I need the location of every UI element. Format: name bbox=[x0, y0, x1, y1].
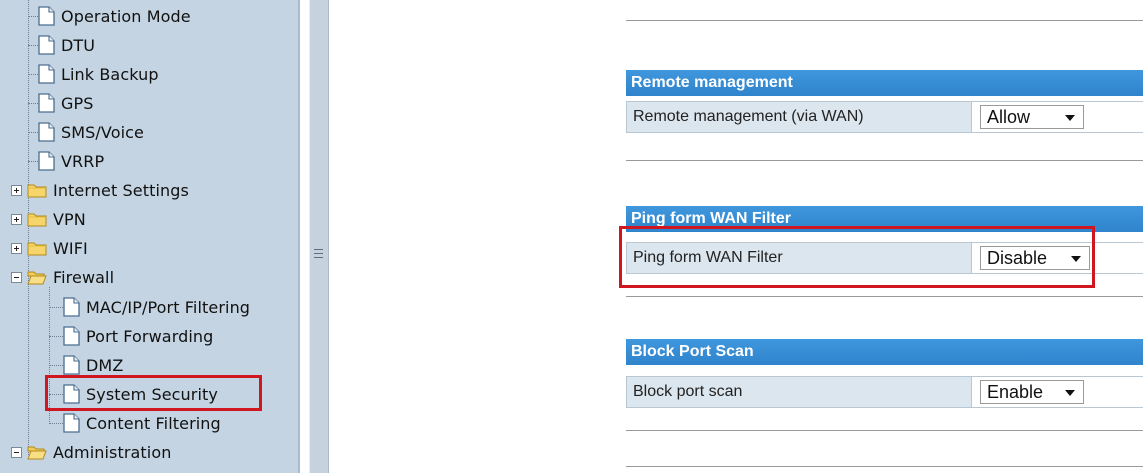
tree-connector bbox=[28, 45, 38, 46]
selection-highlight-box bbox=[45, 375, 262, 411]
sidebar-item-wifi[interactable]: WIFI bbox=[11, 234, 88, 262]
app-window: Operation Mode DTU Link Backup GPS SMS/V… bbox=[0, 0, 1143, 473]
sidebar-item-administration[interactable]: Administration bbox=[11, 438, 171, 466]
tree-connector bbox=[28, 161, 38, 162]
sidebar-item-label: Port Forwarding bbox=[86, 326, 214, 346]
sidebar-item-label: Firewall bbox=[53, 267, 115, 287]
sidebar-item-mac-ip-port-filtering[interactable]: MAC/IP/Port Filtering bbox=[49, 293, 250, 321]
sidebar-item-label: GPS bbox=[61, 93, 94, 113]
sidebar-item-label: Content Filtering bbox=[86, 413, 221, 433]
document-icon bbox=[63, 326, 80, 346]
tree-connector bbox=[49, 365, 63, 366]
document-icon bbox=[38, 35, 55, 55]
divider bbox=[626, 466, 1143, 467]
block-port-scan-selected-value: Enable bbox=[987, 382, 1044, 402]
sidebar-tree: Operation Mode DTU Link Backup GPS SMS/V… bbox=[0, 0, 300, 473]
section-header-remote-management: Remote management bbox=[626, 70, 1143, 96]
sidebar-item-label: VPN bbox=[53, 209, 86, 229]
sidebar-item-label: Administration bbox=[53, 442, 172, 462]
splitter-grip-icon bbox=[314, 249, 323, 261]
collapse-minus-icon[interactable] bbox=[11, 446, 22, 458]
remote-management-selected-value: Allow bbox=[987, 107, 1031, 127]
sidebar-item-content-filtering[interactable]: Content Filtering bbox=[49, 409, 221, 437]
tree-connector bbox=[49, 423, 63, 424]
document-icon bbox=[38, 93, 55, 113]
tree-connector bbox=[28, 74, 38, 75]
tree-connector bbox=[28, 16, 38, 17]
document-icon bbox=[38, 122, 55, 142]
sidebar-item-vpn[interactable]: VPN bbox=[11, 205, 86, 233]
block-port-scan-value-cell: Enable bbox=[972, 376, 1143, 408]
document-icon bbox=[63, 297, 80, 317]
sidebar-item-operation-mode[interactable]: Operation Mode bbox=[28, 2, 191, 30]
sidebar-item-label: MAC/IP/Port Filtering bbox=[86, 297, 251, 317]
folder-open-icon bbox=[27, 444, 47, 460]
sidebar-item-label: DMZ bbox=[86, 355, 124, 375]
chevron-down-icon bbox=[1065, 390, 1075, 396]
document-icon bbox=[38, 64, 55, 84]
sidebar-item-firewall[interactable]: Firewall bbox=[11, 263, 114, 291]
sidebar-item-gps[interactable]: GPS bbox=[28, 89, 94, 117]
divider bbox=[626, 430, 1143, 431]
document-icon bbox=[63, 355, 80, 375]
ping-filter-highlight-box bbox=[619, 226, 1095, 288]
chevron-down-icon bbox=[1065, 115, 1075, 121]
document-icon bbox=[38, 151, 55, 171]
sidebar-item-label: WIFI bbox=[53, 238, 88, 258]
frame-splitter[interactable] bbox=[309, 0, 329, 473]
sidebar-item-label: Link Backup bbox=[61, 64, 159, 84]
sidebar-item-label: Operation Mode bbox=[61, 6, 191, 26]
tree-connector bbox=[28, 103, 38, 104]
document-icon bbox=[63, 413, 80, 433]
folder-icon bbox=[27, 240, 47, 256]
remote-management-value-cell: Allow bbox=[972, 101, 1143, 133]
folder-open-icon bbox=[27, 269, 47, 285]
folder-icon bbox=[27, 211, 47, 227]
block-port-scan-select[interactable]: Enable bbox=[980, 380, 1084, 404]
sidebar-item-dtu[interactable]: DTU bbox=[28, 31, 95, 59]
sidebar-item-vrrp[interactable]: VRRP bbox=[28, 147, 104, 175]
sidebar-item-label: DTU bbox=[61, 35, 96, 55]
sidebar-item-internet-settings[interactable]: Internet Settings bbox=[11, 176, 189, 204]
collapse-minus-icon[interactable] bbox=[11, 271, 22, 283]
expand-plus-icon[interactable] bbox=[11, 213, 22, 225]
tree-connector bbox=[49, 336, 63, 337]
sidebar-item-port-forwarding[interactable]: Port Forwarding bbox=[49, 322, 213, 350]
sidebar-item-label: SMS/Voice bbox=[61, 122, 144, 142]
section-header-block-port-scan: Block Port Scan bbox=[626, 339, 1143, 365]
divider bbox=[626, 160, 1143, 161]
sidebar-item-link-backup[interactable]: Link Backup bbox=[28, 60, 159, 88]
sidebar-item-sms-voice[interactable]: SMS/Voice bbox=[28, 118, 144, 146]
expand-plus-icon[interactable] bbox=[11, 184, 22, 196]
remote-management-select[interactable]: Allow bbox=[980, 105, 1084, 129]
divider bbox=[626, 296, 1143, 297]
expand-plus-icon[interactable] bbox=[11, 242, 22, 254]
block-port-scan-label: Block port scan bbox=[626, 376, 972, 408]
remote-management-label: Remote management (via WAN) bbox=[626, 101, 972, 133]
sidebar-item-label: VRRP bbox=[61, 151, 105, 171]
divider bbox=[626, 20, 1143, 21]
sidebar-item-label: Internet Settings bbox=[53, 180, 189, 200]
document-icon bbox=[38, 6, 55, 26]
tree-connector bbox=[28, 132, 38, 133]
tree-connector bbox=[49, 307, 63, 308]
folder-icon bbox=[27, 182, 47, 198]
